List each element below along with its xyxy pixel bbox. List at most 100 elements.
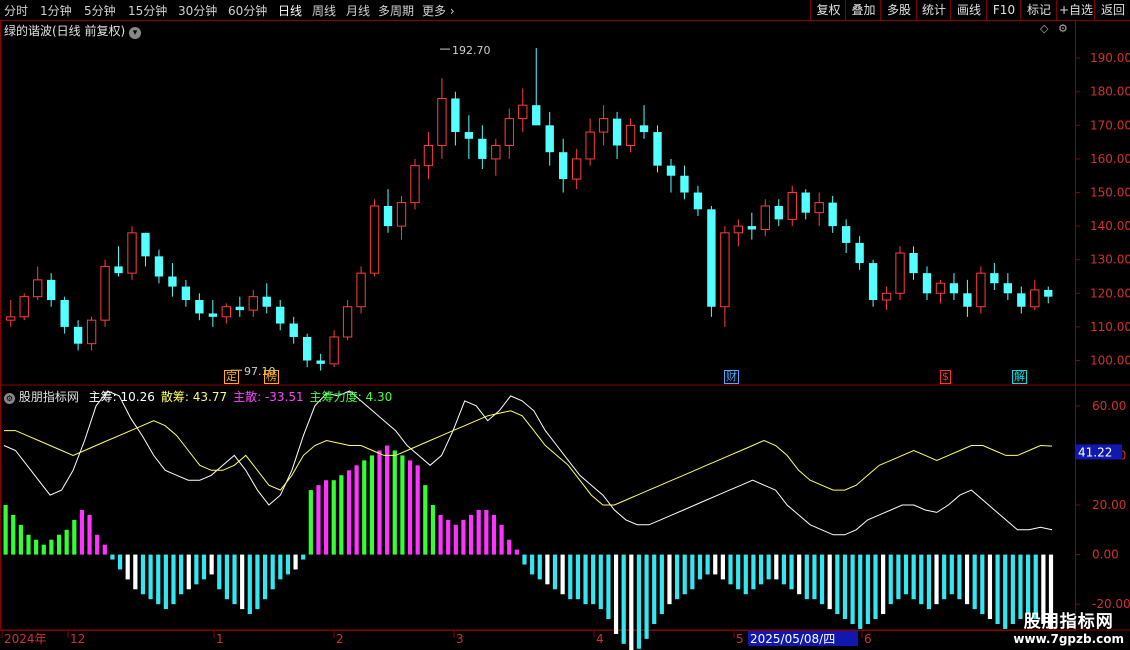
candle-body	[262, 296, 271, 307]
toolbar-button-1[interactable]: 叠加	[845, 0, 881, 20]
candle-body	[73, 326, 83, 344]
event-tag-1[interactable]: 榜	[264, 370, 279, 384]
tab-period-0[interactable]: 分时	[4, 2, 28, 19]
candle-body	[693, 192, 703, 210]
indicator-bar	[392, 450, 397, 555]
indicator-bar	[774, 554, 779, 580]
candle-body	[571, 158, 582, 180]
indicator-item-0: 主筹: 10.26	[88, 390, 155, 404]
candle-body	[653, 132, 662, 166]
kline-chart[interactable]: 190.00180.00170.00160.00150.00140.00130.…	[0, 20, 1130, 650]
indicator-bar	[964, 554, 970, 605]
candle-body	[990, 273, 999, 284]
indicator-bar	[728, 554, 733, 585]
indicator-bar	[758, 554, 764, 585]
tab-period-5[interactable]: 60分钟	[228, 2, 267, 19]
tab-period-4[interactable]: 30分钟	[178, 2, 217, 19]
indicator-bar	[49, 539, 54, 555]
tab-period-9[interactable]: 多周期	[378, 2, 414, 19]
candle-body	[248, 296, 258, 311]
toolbar-button-4[interactable]: 画线	[950, 0, 987, 20]
indicator-bar	[987, 554, 993, 620]
event-tag-3[interactable]: $	[940, 370, 951, 384]
indicator-bar	[1026, 554, 1031, 615]
candle-body	[423, 144, 434, 167]
indicator-bar	[423, 485, 428, 555]
candle-body	[1030, 289, 1040, 308]
indicator-bar	[324, 480, 329, 555]
candle-body	[208, 313, 218, 317]
indicator-bar	[400, 455, 405, 555]
diamond-icon[interactable]: ◇	[1040, 22, 1048, 35]
candle-body	[410, 165, 420, 204]
indicator-bar	[262, 554, 268, 600]
indicator-bar	[354, 465, 359, 555]
indicator-bar	[713, 554, 718, 575]
indicator-bar	[301, 554, 306, 560]
tab-period-6[interactable]: 日线	[278, 2, 302, 19]
indicator-bar	[675, 554, 680, 600]
time-label: 12	[70, 632, 85, 646]
indicator-bar	[652, 554, 657, 624]
gear-icon[interactable]: ⚙	[4, 393, 15, 404]
indicator-axis-label: 0.00	[1092, 548, 1119, 562]
indicator-item-2: 主散: -33.51	[233, 390, 304, 404]
toolbar-button-3[interactable]: 统计	[916, 0, 951, 20]
indicator-bar	[507, 539, 512, 555]
candle-body	[680, 175, 689, 193]
indicator-bar	[736, 554, 741, 590]
indicator-bar	[308, 490, 313, 555]
indicator-bar	[949, 554, 954, 595]
candle-body	[221, 306, 232, 318]
indicator-axis-label: 20.00	[1092, 498, 1126, 512]
candle-body	[532, 105, 541, 126]
indicator-bar	[346, 470, 352, 555]
indicator-bar	[339, 475, 344, 555]
candle-body	[545, 125, 554, 153]
indicator-bar	[957, 554, 962, 600]
indicator-bar	[530, 554, 535, 575]
toolbar-button-0[interactable]: 复权	[810, 0, 846, 20]
candle-body	[478, 138, 487, 159]
indicator-bar	[171, 554, 176, 605]
time-label: 3	[456, 632, 464, 646]
candle-body	[46, 279, 56, 301]
tab-period-3[interactable]: 15分钟	[128, 2, 167, 19]
tab-period-7[interactable]: 周线	[312, 2, 336, 19]
toolbar-button-8[interactable]: 返回	[1094, 0, 1130, 20]
indicator-bar	[18, 524, 23, 555]
indicator-bar	[751, 554, 756, 590]
event-tag-0[interactable]: 定	[224, 370, 239, 384]
candle-body	[747, 226, 757, 230]
indicator-bar	[3, 505, 8, 555]
candle-body	[195, 300, 204, 314]
indicator-bar	[705, 554, 710, 575]
toolbar-button-5[interactable]: F10	[986, 0, 1021, 20]
toolbar-button-6[interactable]: 标记	[1020, 0, 1057, 20]
candle-body	[342, 306, 353, 338]
gear-icon[interactable]: ⚙	[1058, 22, 1068, 35]
indicator-bar	[827, 554, 832, 610]
price-axis-label: 180.00	[1090, 85, 1130, 99]
indicator-bar	[133, 554, 138, 590]
price-axis-label: 140.00	[1090, 219, 1130, 233]
tab-period-10[interactable]: 更多 ›	[422, 2, 455, 19]
tab-period-1[interactable]: 1分钟	[40, 2, 72, 19]
chevron-down-icon[interactable]: ▾	[129, 27, 142, 39]
indicator-bar	[919, 554, 924, 605]
tab-period-2[interactable]: 5分钟	[84, 2, 116, 19]
candle-body	[383, 205, 393, 227]
event-tag-4[interactable]: 解	[1012, 370, 1027, 384]
indicator-bar	[453, 524, 458, 555]
indicator-bar	[278, 554, 283, 580]
toolbar-button-2[interactable]: 多股	[880, 0, 917, 20]
event-tag-2[interactable]: 财	[724, 370, 739, 384]
tab-period-8[interactable]: 月线	[346, 2, 370, 19]
candle-body	[814, 202, 824, 214]
indicator-bar	[682, 554, 687, 595]
toolbar-button-7[interactable]: +自选	[1056, 0, 1095, 20]
indicator-bar	[217, 554, 222, 590]
indicator-bar	[926, 554, 932, 610]
time-label: 6	[864, 632, 872, 646]
indicator-bar	[247, 554, 252, 615]
